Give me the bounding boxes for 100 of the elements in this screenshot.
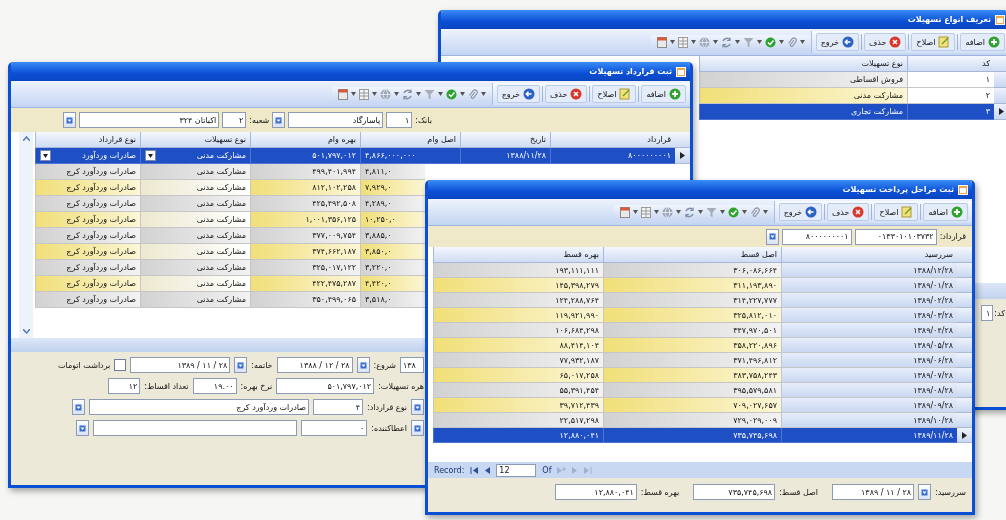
lookup-button[interactable] <box>234 357 248 373</box>
row-selector[interactable] <box>957 428 972 443</box>
bank-code-field[interactable]: ۱ <box>386 112 413 128</box>
column-header[interactable]: نوع تسهیلات <box>699 56 907 72</box>
row-selector[interactable] <box>675 148 690 164</box>
branch-name-field[interactable]: اکباتان ۳۲۴ <box>79 112 220 128</box>
column-header[interactable]: نوع تسهیلات <box>140 132 250 148</box>
lookup-button[interactable] <box>76 420 90 436</box>
column-header[interactable]: نوع قرارداد <box>35 132 140 148</box>
checkbox[interactable] <box>114 359 127 371</box>
caret-icon[interactable] <box>741 210 747 214</box>
edit-button[interactable]: اصلاح <box>911 33 956 51</box>
contract-code-field[interactable]: ۰۱۳۳۰۱۰۱۰۳۷۳۲ <box>854 228 937 245</box>
refresh-icon[interactable] <box>401 88 413 100</box>
paperclip-icon[interactable] <box>786 36 797 48</box>
edit-button[interactable]: اصلاح <box>592 85 637 103</box>
exit-button[interactable]: خروج <box>496 85 541 103</box>
column-header[interactable]: تاریخ <box>460 132 550 148</box>
table-row[interactable]: ۴,۲۸۹,۰ ۴۲۵,۴۹۲,۵۰۸ مشارکت مدنی صادرات وردآورد کرج <box>35 196 690 212</box>
record-number-field[interactable]: 12 <box>496 463 537 477</box>
column-header[interactable]: اصل قسط <box>603 247 781 263</box>
column-header[interactable]: کد <box>907 56 994 72</box>
lookup-button[interactable] <box>71 399 85 415</box>
table-icon[interactable] <box>677 36 688 48</box>
contract-number-field[interactable]: ۸۰۰۰۰۰۰۰۰۱ <box>781 228 852 245</box>
rate-field[interactable]: ۱۹.۰۰ <box>192 378 237 394</box>
add-button[interactable]: اضافه <box>923 203 968 221</box>
start-date-field[interactable]: ۱۳۸۸ / ۱۲ / ۲۸ <box>276 357 353 373</box>
table-row[interactable]: ۱۳۸۹/۰۵/۲۸ ۳۵۸,۲۲۰,۸۹۶ ۸۸,۴۱۴,۱۰۴ <box>428 338 972 353</box>
table-row[interactable]: ۱۳۸۸/۱۲/۲۸ ۳۰۶,۰۸۶,۶۶۴ ۱۹۳,۱۱۱,۱۱۱ <box>428 263 972 278</box>
caret-icon[interactable] <box>690 40 696 44</box>
table-row[interactable]: ۸۰۰۰۰۰۰۰۰۱ ۱۳۸۸/۱۱/۲۸ ۴,۸۶۶,۰۰۰,۰۰۰ ۵۰۱,۷۹۷,۰۱۲ مشارکت مدنی صادرات وردآورد <box>35 148 690 164</box>
lookup-button[interactable] <box>63 112 77 128</box>
previous-record-icon[interactable] <box>484 466 491 474</box>
interest-field[interactable]: ۵۰۱,۷۹۷,۰۱۲ <box>276 378 375 394</box>
table-row[interactable]: ۱۳۸۹/۰۷/۲۸ ۳۸۳,۷۵۸,۲۴۳ ۶۵,۰۱۷,۲۵۸ <box>428 368 972 383</box>
caret-icon[interactable] <box>756 40 762 44</box>
caret-icon[interactable] <box>712 40 718 44</box>
column-header[interactable]: بهره وام <box>250 132 360 148</box>
due-date-field[interactable]: ۱۳۸۹ / ۱۱ / ۲۸ <box>832 484 914 500</box>
scroll-bar[interactable] <box>19 132 33 338</box>
table-row[interactable]: ۷,۹۲۹,۰ ۸۱۲,۱۰۲,۲۵۸ مشارکت مدنی صادرات وردآورد کرج <box>35 180 690 196</box>
add-button[interactable]: اضافه <box>641 85 686 103</box>
bank-name-field[interactable]: پاسارگاد <box>288 112 384 128</box>
date-field[interactable]: ۱۳۸ <box>400 357 424 373</box>
paperclip-icon[interactable] <box>749 206 760 218</box>
edit-button[interactable]: اصلاح <box>874 203 919 221</box>
table-icon[interactable] <box>640 206 651 218</box>
caret-icon[interactable] <box>734 40 740 44</box>
exit-button[interactable]: خروج <box>815 33 860 51</box>
caret-icon[interactable] <box>778 40 784 44</box>
caret-icon[interactable] <box>653 210 659 214</box>
column-header[interactable]: اصل وام <box>360 132 460 148</box>
table-row[interactable]: ۳ مشارکت تجاری <box>441 104 1006 120</box>
delete-button[interactable]: حذف <box>864 33 907 51</box>
contract-type-field[interactable]: صادرات وردآورد کرج <box>88 399 309 415</box>
principal-field[interactable]: ۷۳۵,۷۴۵,۶۹۸ <box>693 484 776 500</box>
document-icon[interactable] <box>337 88 348 100</box>
interest-field[interactable]: ۱۲,۸۸۰,۰۴۱ <box>554 484 637 500</box>
table-row[interactable]: ۱۳۸۹/۰۹/۲۸ ۷۰۹,۰۲۷,۶۵۷ ۳۹,۷۱۲,۴۳۹ <box>428 398 972 413</box>
check-icon[interactable] <box>445 88 457 100</box>
table-row[interactable]: ۱۳۸۹/۱۱/۲۸ ۷۳۵,۷۴۵,۶۹۸ ۱۲,۸۸۰,۰۴۱ <box>428 428 972 443</box>
lookup-button[interactable] <box>356 357 370 373</box>
lookup-button[interactable] <box>272 112 286 128</box>
table-row[interactable]: ۳,۸۸۵,۰ ۳۷۷,۰۰۹,۷۵۴ مشارکت مدنی صادرات وردآورد کرج <box>35 228 690 244</box>
caret-icon[interactable] <box>799 40 805 44</box>
delete-button[interactable]: حذف <box>827 203 870 221</box>
lookup-button[interactable] <box>411 420 424 436</box>
grantor-code-field[interactable]: ۰ <box>301 420 368 436</box>
table-row[interactable]: ۱۰,۲۵۰,۰ ۱,۰۰۱,۳۵۶,۱۲۵ مشارکت مدنی صادرات وردآورد کرج <box>35 212 690 228</box>
caret-icon[interactable] <box>437 92 443 96</box>
paperclip-icon[interactable] <box>467 88 478 100</box>
table-icon[interactable] <box>358 88 369 100</box>
caret-icon[interactable] <box>669 40 675 44</box>
check-icon[interactable] <box>764 36 776 48</box>
document-icon[interactable] <box>656 36 667 48</box>
table-row[interactable]: ۱۳۸۹/۰۱/۲۸ ۳۱۱,۱۹۳,۸۹۰ ۱۴۵,۳۹۸,۲۷۹ <box>428 278 972 293</box>
row-selector[interactable] <box>994 104 1006 120</box>
code-field[interactable]: ۱ <box>981 305 994 321</box>
refresh-icon[interactable] <box>720 36 732 48</box>
caret-icon[interactable] <box>675 210 681 214</box>
table-row[interactable]: ۱۳۸۹/۱۰/۲۸ ۷۲۹,۰۲۹,۰۰۹ ۲۲,۵۱۷,۲۹۸ <box>428 413 972 428</box>
caret-icon[interactable] <box>393 92 399 96</box>
column-header[interactable]: سررسید <box>781 247 957 263</box>
delete-button[interactable]: حذف <box>545 85 588 103</box>
exit-button[interactable]: خروج <box>778 203 823 221</box>
caret-icon[interactable] <box>697 210 703 214</box>
lookup-button[interactable] <box>765 228 779 245</box>
column-header[interactable]: قرارداد <box>550 132 675 148</box>
caret-icon[interactable] <box>459 92 465 96</box>
caret-icon[interactable] <box>632 210 638 214</box>
end-date-field[interactable]: ۱۳۸۹ / ۱۱ / ۲۸ <box>130 357 231 373</box>
contract-type-code-field[interactable]: ۴ <box>312 399 363 415</box>
table-row[interactable]: ۱۳۸۹/۰۳/۲۸ ۳۲۵,۸۱۲,۰۱۰ ۱۱۹,۹۲۱,۹۹۰ <box>428 308 972 323</box>
check-icon[interactable] <box>727 206 739 218</box>
first-record-icon[interactable] <box>470 466 479 474</box>
table-row[interactable]: ۱۳۸۹/۰۸/۲۸ ۳۹۵,۵۷۹,۵۸۱ ۵۵,۳۹۱,۴۵۴ <box>428 383 972 398</box>
caret-icon[interactable] <box>719 210 725 214</box>
branch-code-field[interactable]: ۲ <box>222 112 247 128</box>
caret-icon[interactable] <box>350 92 356 96</box>
